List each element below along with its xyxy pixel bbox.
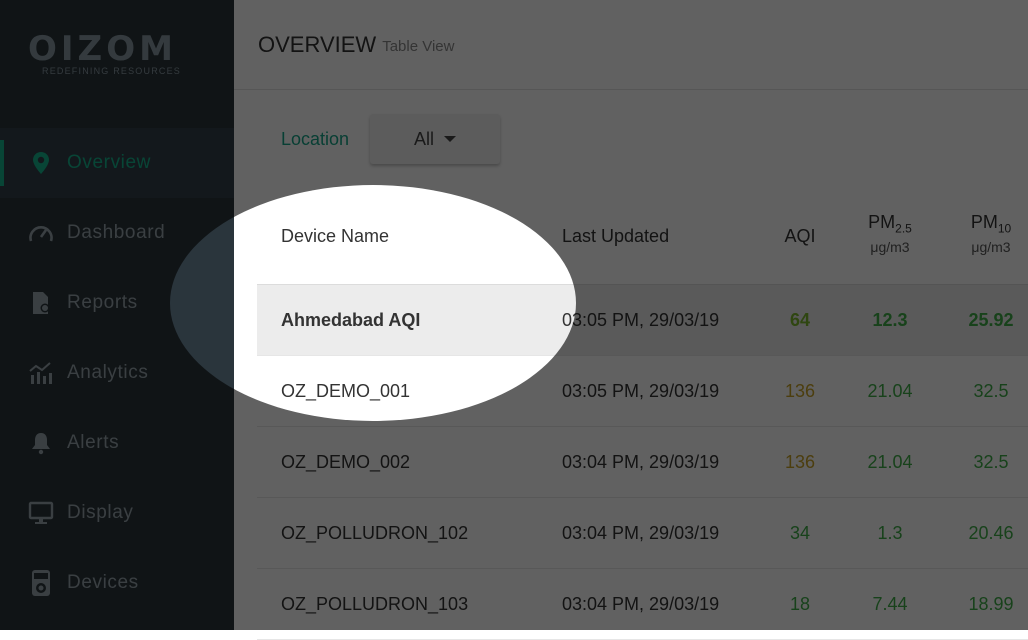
device-name-cell[interactable]: OZ_POLLUDRON_103 — [281, 569, 468, 639]
pm10-label: PM — [970, 212, 998, 232]
map-pin-icon — [28, 150, 54, 176]
pm10-cell: 20.46 — [968, 522, 1014, 543]
table-row[interactable]: OZ_DEMO_001 03:05 PM, 29/03/19 136 21.04… — [257, 356, 1028, 427]
pm25-cell: 12.3 — [872, 309, 908, 330]
column-header-pm10[interactable]: PM10 μg/m3 — [951, 212, 1028, 255]
device-name-cell[interactable]: OZ_POLLUDRON_102 — [281, 498, 468, 568]
sidebar-item-overview[interactable]: Overview — [0, 128, 234, 198]
pm10-unit: μg/m3 — [971, 238, 1011, 255]
report-icon — [28, 290, 54, 316]
table-row[interactable]: OZ_POLLUDRON_102 03:04 PM, 29/03/19 34 1… — [257, 498, 1028, 569]
aqi-cell: 136 — [784, 451, 816, 472]
last-updated-cell: 03:05 PM, 29/03/19 — [562, 380, 720, 401]
sidebar-item-label: Overview — [67, 152, 151, 173]
bell-icon — [28, 430, 54, 456]
analytics-icon — [28, 360, 54, 386]
column-header-pm25[interactable]: PM2.5 μg/m3 — [851, 212, 929, 255]
table-row[interactable]: OZ_DEMO_002 03:04 PM, 29/03/19 136 21.04… — [257, 427, 1028, 498]
location-dropdown-value: All — [413, 128, 434, 149]
sidebar-item-analytics[interactable]: Analytics — [0, 338, 234, 408]
device-name-cell[interactable]: Ahmedabad AQI — [281, 285, 420, 355]
sidebar-item-alerts[interactable]: Alerts — [0, 408, 234, 478]
location-dropdown[interactable]: All — [370, 114, 500, 164]
column-header-device-name[interactable]: Device Name — [281, 226, 389, 247]
sidebar-item-dashboard[interactable]: Dashboard — [0, 198, 234, 268]
pm10-cell: 32.5 — [973, 380, 1009, 401]
monitor-icon — [28, 500, 54, 526]
pm25-subscript: 2.5 — [895, 221, 912, 236]
page-title: OVERVIEW — [258, 31, 377, 57]
pm25-unit: μg/m3 — [870, 238, 910, 255]
location-filter-label: Location — [281, 129, 350, 149]
aqi-cell: 18 — [789, 593, 811, 614]
last-updated-cell: 03:04 PM, 29/03/19 — [562, 522, 720, 543]
device-icon — [28, 570, 54, 596]
pm10-cell: 18.99 — [968, 593, 1014, 614]
device-table: Device Name Last Updated AQI PM2.5 μg/m3… — [257, 188, 1028, 640]
speedometer-icon — [28, 220, 54, 246]
logo-wordmark: OIZOM — [28, 29, 177, 69]
sidebar-item-label: Alerts — [67, 432, 120, 453]
column-header-last-updated[interactable]: Last Updated — [562, 226, 669, 247]
pm25-cell: 1.3 — [877, 522, 903, 543]
pm10-cell: 32.5 — [973, 451, 1009, 472]
sidebar-item-devices[interactable]: Devices — [0, 548, 234, 618]
device-name-cell[interactable]: OZ_DEMO_001 — [281, 356, 410, 426]
last-updated-cell: 03:04 PM, 29/03/19 — [562, 593, 720, 614]
sidebar-item-reports[interactable]: Reports — [0, 268, 234, 338]
aqi-cell: 34 — [789, 522, 811, 543]
table-header: Device Name Last Updated AQI PM2.5 μg/m3… — [257, 188, 1028, 285]
sidebar-item-label: Analytics — [67, 362, 149, 383]
device-name-cell[interactable]: OZ_DEMO_002 — [281, 427, 410, 497]
column-header-aqi[interactable]: AQI — [769, 226, 831, 247]
table-row[interactable]: OZ_POLLUDRON_103 03:04 PM, 29/03/19 18 7… — [257, 569, 1028, 640]
pm10-header-label: PM10 — [951, 212, 1028, 236]
pm10-subscript: 10 — [997, 221, 1012, 236]
table-row[interactable]: Ahmedabad AQI 03:05 PM, 29/03/19 64 12.3… — [257, 285, 1028, 356]
logo-tagline: REDEFINING RESOURCES — [42, 66, 182, 76]
pm25-cell: 21.04 — [867, 451, 913, 472]
pm25-cell: 7.44 — [872, 593, 908, 614]
sidebar-nav: Overview Dashboard Reports Analytics Ale… — [0, 128, 234, 618]
aqi-cell: 64 — [789, 309, 811, 330]
caret-down-icon — [444, 136, 456, 142]
sidebar-item-label: Dashboard — [67, 222, 166, 243]
pm25-header-label: PM2.5 — [851, 212, 929, 236]
pm10-cell: 25.92 — [968, 309, 1014, 330]
pm25-cell: 21.04 — [867, 380, 913, 401]
aqi-cell: 136 — [784, 380, 816, 401]
last-updated-cell: 03:04 PM, 29/03/19 — [562, 451, 720, 472]
oizom-logo[interactable]: OIZOM REDEFINING RESOURCES — [28, 32, 208, 82]
sidebar-item-display[interactable]: Display — [0, 478, 234, 548]
sidebar: OIZOM REDEFINING RESOURCES Overview Dash… — [0, 0, 234, 630]
sidebar-item-label: Devices — [67, 572, 139, 593]
page-header: OVERVIEW Table View — [234, 0, 1028, 90]
last-updated-cell: 03:05 PM, 29/03/19 — [562, 309, 720, 330]
sidebar-item-label: Reports — [67, 292, 138, 313]
pm25-label: PM — [868, 212, 896, 232]
sidebar-item-label: Display — [67, 502, 134, 523]
view-mode-label[interactable]: Table View — [382, 38, 454, 55]
